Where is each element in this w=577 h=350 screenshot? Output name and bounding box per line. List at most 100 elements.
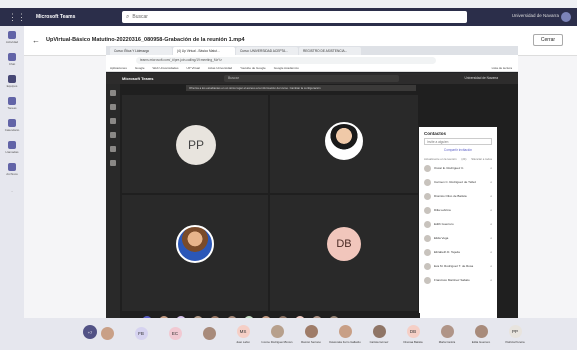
phone-icon bbox=[8, 140, 16, 149]
contact-row[interactable]: Francisco Martínez Sabalo ⌀ bbox=[419, 273, 497, 287]
rail-item-calendar[interactable]: Calendario bbox=[0, 114, 24, 136]
meeting-user-label: Universidad de Navarra bbox=[464, 76, 498, 80]
search-placeholder: Buscar bbox=[132, 14, 148, 20]
participant-name: Carlota Gómez bbox=[369, 339, 389, 344]
avatar bbox=[424, 192, 431, 200]
url-field[interactable]: teams.microsoft.com/_#/pre-join-calling/… bbox=[136, 56, 436, 64]
mic-off-icon: ⌀ bbox=[490, 222, 492, 226]
gallery-participant[interactable]: PP Patricia Pereira bbox=[496, 324, 534, 344]
gallery-participant[interactable]: Marla Caniza bbox=[428, 324, 466, 344]
bookmark[interactable]: UP Virtual bbox=[187, 66, 200, 70]
avatar bbox=[424, 234, 431, 242]
share-invite-button[interactable]: Compartir invitación bbox=[424, 148, 492, 154]
browser-tab[interactable]: Curso: UNIVERSIDAD ACEPTA... bbox=[236, 47, 298, 55]
contact-name: Carmen C. Rodríguez de Téllez bbox=[434, 180, 477, 184]
gallery-participant[interactable]: EC bbox=[156, 326, 194, 342]
contact-row[interactable]: Edith Guerrero ⌀ bbox=[419, 217, 497, 231]
contact-row[interactable]: Dilia Lebrina ⌀ bbox=[419, 203, 497, 217]
video-frame-browser[interactable]: Curso: Ética Y Liderazgo (4) Up Virtual … bbox=[106, 46, 518, 348]
app-title: Microsoft Teams bbox=[36, 14, 76, 20]
rail-item-assignments[interactable]: Tareas bbox=[0, 92, 24, 114]
assignments-icon bbox=[8, 96, 16, 105]
avatar bbox=[424, 206, 431, 214]
avatar bbox=[424, 262, 431, 270]
calendar-icon[interactable] bbox=[110, 132, 116, 138]
meeting-search[interactable]: Buscar bbox=[224, 75, 399, 82]
back-arrow-icon[interactable]: ← bbox=[32, 36, 40, 45]
search-bar[interactable]: ⌕ Buscar bbox=[122, 11, 467, 23]
participant-name: Juan Lafon bbox=[236, 339, 250, 344]
mute-all-link[interactable]: Silenciar a todos bbox=[471, 157, 492, 161]
avatar bbox=[424, 220, 431, 228]
bookmark[interactable]: Lista de lectura bbox=[492, 66, 512, 70]
bookmark[interactable]: Google bbox=[135, 66, 145, 70]
participant-avatar: PP bbox=[176, 125, 216, 165]
bookmark[interactable]: Youtube de Google bbox=[240, 66, 266, 70]
avatar bbox=[270, 324, 284, 338]
avatar bbox=[100, 326, 114, 340]
gallery-participant[interactable]: Edita Guerrero bbox=[462, 324, 500, 344]
browser-tab[interactable]: REGISTRO DE ASISTENCIA... bbox=[299, 47, 361, 55]
participant-name: Ivonne Rodríguez-Brown bbox=[261, 339, 293, 344]
rail-item-activity[interactable]: Actividad bbox=[0, 26, 24, 48]
app-launcher-icon[interactable]: ⋮⋮ bbox=[8, 10, 26, 24]
mic-off-icon: ⌀ bbox=[490, 166, 492, 170]
avatar: EC bbox=[168, 326, 182, 340]
contact-name: Dionisio Olivo de Batista bbox=[434, 194, 467, 198]
video-tile bbox=[270, 95, 418, 193]
gallery-participant[interactable]: Ivonne Rodríguez-Brown bbox=[258, 324, 296, 344]
bookmark[interactable]: Google Académico bbox=[274, 66, 299, 70]
more-participants-badge[interactable]: +7 bbox=[83, 325, 97, 339]
video-tile bbox=[122, 195, 268, 311]
gallery-participant[interactable]: Kaviovska Ferro Gallardo bbox=[326, 324, 364, 344]
gallery-participant[interactable]: MS Juan Lafon bbox=[224, 324, 262, 344]
meeting-topbar: Microsoft Teams Buscar Universidad de Na… bbox=[106, 73, 518, 84]
rail-item-chat[interactable]: Chat bbox=[0, 48, 24, 70]
close-button[interactable]: Cerrar bbox=[533, 34, 563, 46]
avatar bbox=[424, 178, 431, 186]
bookmark[interactable]: Actas Universidad bbox=[208, 66, 232, 70]
rail-item-more[interactable]: ... bbox=[0, 180, 24, 202]
browser-tab[interactable]: (4) Up Virtual - Básico Matut... bbox=[173, 47, 235, 55]
in-meeting-label: Actualmente en la reunión bbox=[424, 157, 457, 161]
gallery-participant[interactable]: Carlota Gómez bbox=[360, 324, 398, 344]
contact-row[interactable]: Elida Vega ⌀ bbox=[419, 231, 497, 245]
avatar: PP bbox=[508, 324, 522, 338]
gallery-participant[interactable]: FB bbox=[122, 326, 160, 342]
contact-row[interactable]: Elizabeth D. Tejeda ⌀ bbox=[419, 245, 497, 259]
contact-name: Oscar E. Rodríguez C. bbox=[434, 166, 465, 170]
participant-photo bbox=[176, 225, 214, 263]
activity-icon[interactable] bbox=[110, 90, 116, 96]
avatar bbox=[424, 276, 431, 284]
browser-tabs: Curso: Ética Y Liderazgo (4) Up Virtual … bbox=[106, 46, 518, 55]
mic-off-icon: ⌀ bbox=[490, 180, 492, 184]
app-rail: Actividad Chat Equipos Tareas Calendario… bbox=[0, 26, 24, 350]
avatar[interactable] bbox=[561, 12, 571, 22]
participant-name: Kaviovska Ferro Gallardo bbox=[329, 339, 361, 344]
rail-item-calls[interactable]: Llamadas bbox=[0, 136, 24, 158]
participant-photo bbox=[325, 122, 363, 160]
file-icon[interactable] bbox=[110, 160, 116, 166]
rail-item-files[interactable]: Archivos bbox=[0, 158, 24, 180]
contact-row[interactable]: Oscar E. Rodríguez C. ⌀ bbox=[419, 161, 497, 175]
contact-row[interactable]: Eva M. Rodríguez T. de Rosa ⌀ bbox=[419, 259, 497, 273]
gallery-participant[interactable]: Ramón Serrano bbox=[292, 324, 330, 344]
meeting-view: Microsoft Teams Buscar Universidad de Na… bbox=[106, 73, 518, 328]
avatar: FB bbox=[134, 326, 148, 340]
bookmark[interactable]: Aplicaciones bbox=[110, 66, 127, 70]
chat-icon[interactable] bbox=[110, 104, 116, 110]
invite-input[interactable]: Invite a alguien bbox=[424, 138, 492, 145]
bookmark[interactable]: Web Universidades bbox=[153, 66, 179, 70]
phone-icon[interactable] bbox=[110, 146, 116, 152]
teams-icon[interactable] bbox=[110, 118, 116, 124]
gallery-participant[interactable] bbox=[190, 326, 228, 342]
avatar bbox=[424, 164, 431, 172]
gallery-participant[interactable]: DB Dinoraa Batista bbox=[394, 324, 432, 344]
mic-off-icon: ⌀ bbox=[490, 194, 492, 198]
browser-tab[interactable]: Curso: Ética Y Liderazgo bbox=[110, 47, 172, 55]
contact-row[interactable]: Dionisio Olivo de Batista ⌀ bbox=[419, 189, 497, 203]
contact-row[interactable]: Carmen C. Rodríguez de Téllez ⌀ bbox=[419, 175, 497, 189]
avatar bbox=[372, 324, 386, 338]
rail-item-teams[interactable]: Equipos bbox=[0, 70, 24, 92]
bookmarks-bar: Aplicaciones Google Web Universidades UP… bbox=[106, 65, 518, 72]
